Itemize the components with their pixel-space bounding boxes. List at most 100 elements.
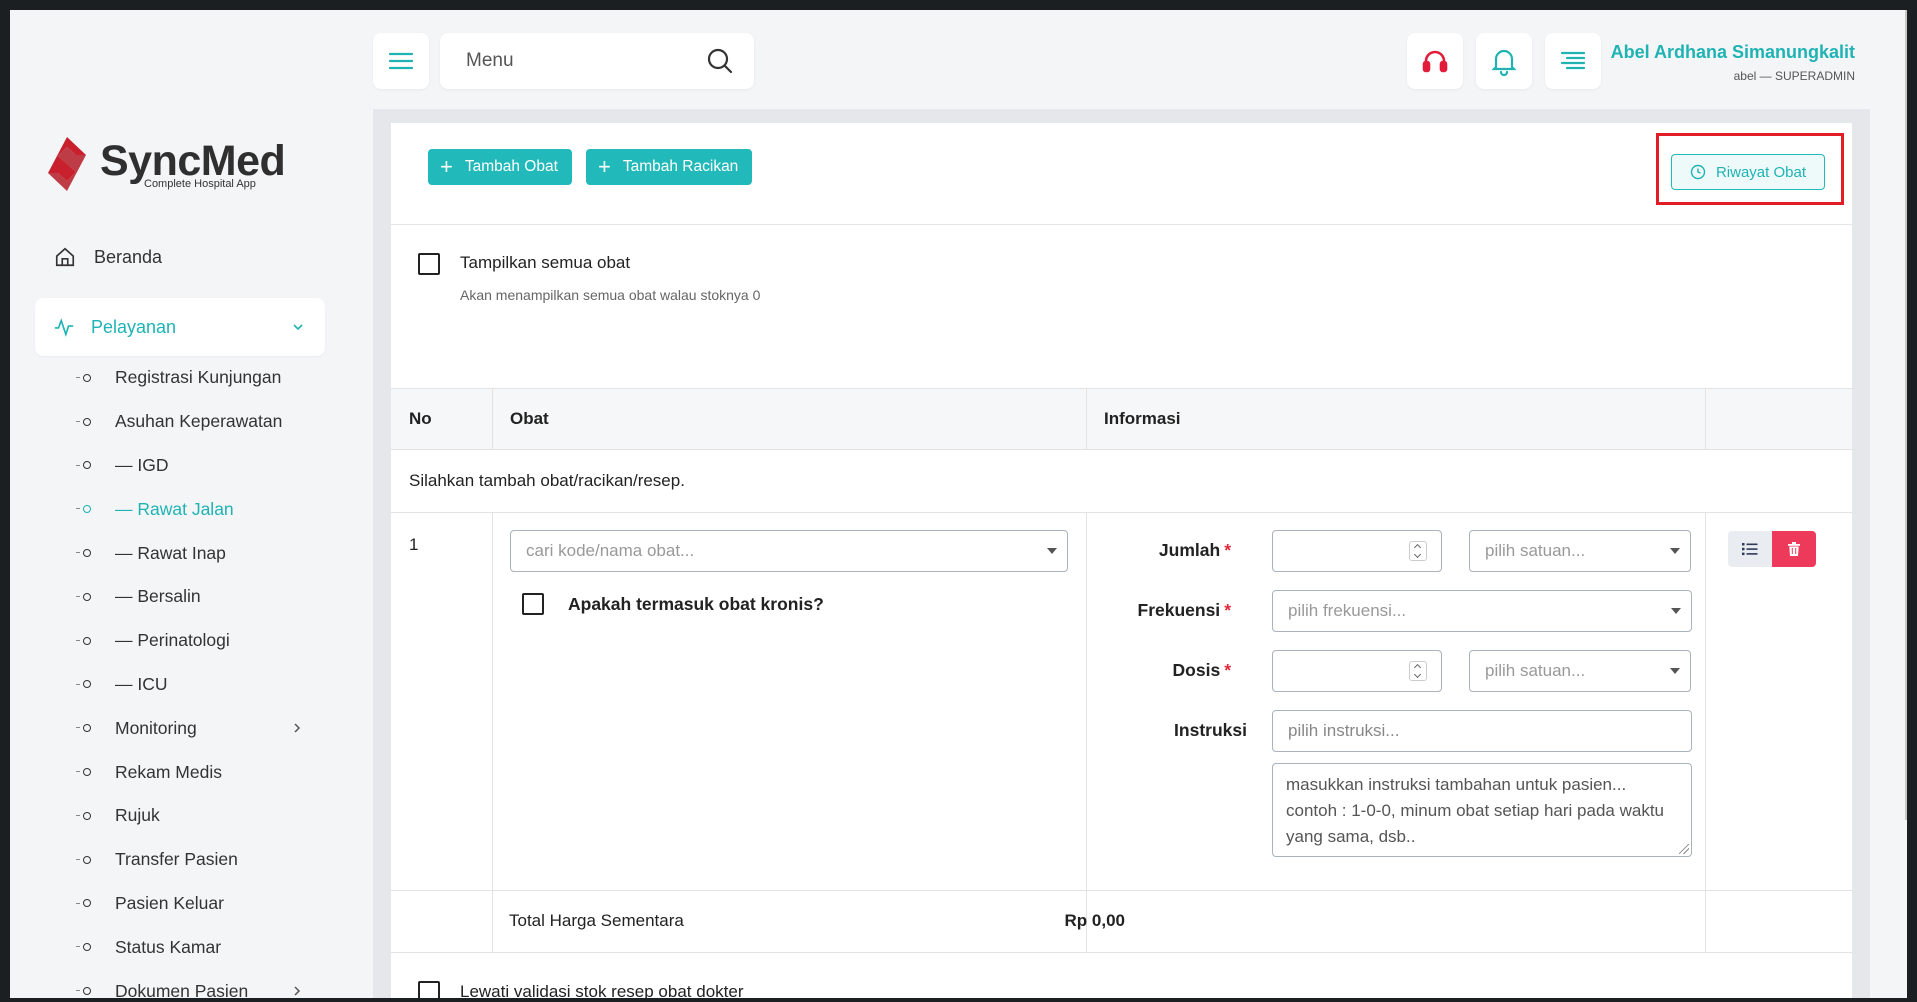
sidebar-item-pasien-keluar[interactable]: Pasien Keluar (10, 882, 350, 926)
bullet-icon (76, 417, 91, 426)
brand-name: SyncMed (100, 136, 286, 185)
stepper-icon[interactable] (1409, 661, 1427, 681)
column-divider (1705, 513, 1706, 953)
instruction-placeholder: pilih instruksi... (1288, 721, 1400, 740)
sidebar-item-igd[interactable]: — IGD (10, 444, 350, 488)
caret-down-icon (1671, 608, 1681, 614)
sidebar-item-label: Status Kamar (115, 936, 222, 957)
sidebar-item-rujuk[interactable]: Rujuk (10, 794, 350, 838)
skip-validation-option: Lewati validasi stok resep obat dokter (418, 981, 744, 998)
sidebar-subnav: Registrasi Kunjungan Asuhan Keperawatan … (10, 356, 350, 998)
sidebar-item-monitoring[interactable]: Monitoring (10, 706, 350, 750)
syncmed-logo-icon (48, 137, 86, 191)
add-compound-label: Tambah Racikan (622, 158, 739, 175)
frekuensi-select[interactable]: pilih frekuensi... (1272, 590, 1692, 632)
sidebar-item-asuhan-keperawatan[interactable]: Asuhan Keperawatan (10, 400, 350, 444)
resize-handle-icon[interactable] (1679, 844, 1689, 854)
bullet-icon (76, 592, 91, 601)
align-right-icon (1560, 51, 1586, 70)
brand-logo: SyncMed Complete Hospital App (46, 135, 286, 193)
support-button[interactable] (1407, 33, 1463, 89)
sidebar-item-icu[interactable]: — ICU (10, 663, 350, 707)
search-input[interactable] (466, 50, 696, 72)
add-drug-button[interactable]: + Tambah Obat (428, 149, 572, 185)
dosis-unit-select[interactable]: pilih satuan... (1469, 650, 1691, 692)
bullet-icon (76, 987, 91, 996)
sidebar-item-rawat-inap[interactable]: — Rawat Inap (10, 531, 350, 575)
bullet-icon (76, 549, 91, 558)
sidebar-item-bersalin[interactable]: — Bersalin (10, 575, 350, 619)
list-icon (1742, 543, 1758, 556)
headset-icon (1422, 50, 1448, 73)
search-icon[interactable] (706, 47, 734, 75)
scrollbar[interactable] (1905, 10, 1907, 820)
extra-instruction-textarea[interactable]: masukkan instruksi tambahan untuk pasien… (1272, 763, 1692, 857)
extra-instruction-placeholder: masukkan instruksi tambahan untuk pasien… (1286, 775, 1664, 846)
plus-icon: + (598, 154, 611, 179)
sidebar-item-label: Monitoring (115, 717, 197, 738)
chronic-label: Apakah termasuk obat kronis? (568, 593, 824, 614)
total-row: Total Harga Sementara Rp 0,00 (391, 890, 1852, 953)
jumlah-input[interactable] (1272, 530, 1442, 572)
unit-placeholder: pilih satuan... (1485, 661, 1586, 680)
add-drug-label: Tambah Obat (464, 158, 558, 175)
column-divider (1086, 513, 1087, 953)
right-panel-button[interactable] (1545, 33, 1601, 89)
column-header-actions (1686, 389, 1852, 449)
activity-icon (54, 318, 74, 337)
dosis-input[interactable] (1272, 650, 1442, 692)
sidebar-item-label: Dokumen Pasien (115, 980, 249, 998)
user-name: Abel Ardhana Simanungkalit (1610, 42, 1855, 62)
prescription-card: + Tambah Obat + Tambah Racikan Riwayat Oba… (391, 123, 1852, 998)
drug-search-select[interactable]: cari kode/nama obat... (510, 530, 1068, 572)
skip-validation-checkbox[interactable] (418, 981, 440, 998)
bullet-icon (76, 855, 91, 864)
table-header: No Obat Informasi (391, 388, 1852, 450)
notifications-button[interactable] (1476, 33, 1532, 89)
sidebar-item-perinatologi[interactable]: — Perinatologi (10, 619, 350, 663)
sidebar-item-label: — IGD (115, 454, 169, 475)
sidebar-item-registrasi-kunjungan[interactable]: Registrasi Kunjungan (10, 356, 350, 400)
skip-validation-label: Lewati validasi stok resep obat dokter (460, 982, 744, 998)
frekuensi-label: Frekuensi * (1137, 600, 1232, 620)
menu-toggle-button[interactable] (373, 33, 429, 89)
instruksi-label: Instruksi (1174, 720, 1247, 740)
stepper-icon[interactable] (1409, 541, 1427, 561)
sidebar-item-label: Asuhan Keperawatan (115, 411, 283, 432)
drug-history-label: Riwayat Obat (1715, 163, 1807, 181)
chronic-checkbox[interactable] (522, 593, 544, 615)
delete-row-button[interactable] (1772, 531, 1816, 567)
jumlah-unit-select[interactable]: pilih satuan... (1469, 530, 1691, 572)
row-number: 1 (409, 535, 419, 554)
sidebar-item-status-kamar[interactable]: Status Kamar (10, 925, 350, 969)
caret-down-icon (1047, 548, 1057, 554)
bell-icon (1491, 49, 1517, 76)
caret-down-icon (1670, 668, 1680, 674)
bullet-icon (76, 811, 91, 820)
trash-icon (1788, 542, 1800, 556)
sidebar-section-pelayanan[interactable]: Pelayanan (35, 298, 325, 356)
sidebar-item-label: Pasien Keluar (115, 892, 224, 913)
bullet-icon (76, 899, 91, 908)
menu-icon (388, 52, 414, 70)
show-all-description: Akan menampilkan semua obat walau stokny… (460, 287, 761, 303)
sidebar-item-dokumen-pasien[interactable]: Dokumen Pasien (10, 969, 350, 998)
drug-history-button[interactable]: Riwayat Obat (1671, 154, 1825, 190)
show-all-checkbox[interactable] (418, 253, 440, 275)
bullet-icon (76, 461, 91, 470)
detail-button[interactable] (1728, 531, 1772, 567)
add-compound-button[interactable]: + Tambah Racikan (586, 149, 753, 185)
show-all-option: Tampilkan semua obat Akan menampilkan se… (418, 253, 760, 303)
sidebar-item-label: — Rawat Jalan (115, 498, 234, 519)
caret-down-icon (1670, 548, 1680, 554)
highlight-box: Riwayat Obat (1656, 133, 1844, 205)
app-window: SyncMed Complete Hospital App Beranda Pe… (10, 10, 1907, 998)
bullet-icon (76, 505, 91, 514)
instruksi-input[interactable]: pilih instruksi... (1272, 710, 1692, 752)
sidebar-item-beranda[interactable]: Beranda (54, 246, 162, 268)
chronic-option: Apakah termasuk obat kronis? (522, 593, 824, 615)
sidebar-item-rekam-medis[interactable]: Rekam Medis (10, 750, 350, 794)
sidebar-item-transfer-pasien[interactable]: Transfer Pasien (10, 838, 350, 882)
sidebar-item-rawat-jalan[interactable]: — Rawat Jalan (10, 487, 350, 531)
user-info[interactable]: Abel Ardhana Simanungkalit abel — SUPERA… (1611, 42, 1855, 83)
